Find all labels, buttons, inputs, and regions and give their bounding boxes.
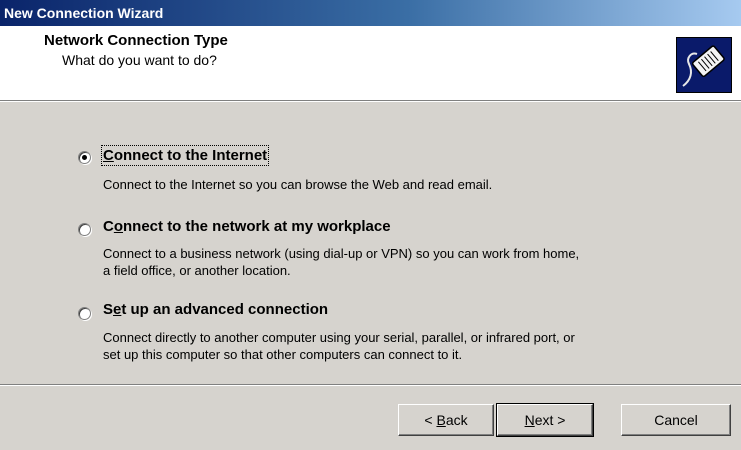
radio-connect-internet[interactable] xyxy=(78,151,91,164)
connection-type-options: Connect to the Internet Connect to the I… xyxy=(0,102,741,384)
back-button[interactable]: < Back xyxy=(398,404,494,436)
option-connect-workplace-description-2: a field office, or another location. xyxy=(103,263,291,278)
back-button-label: < Back xyxy=(424,412,468,428)
cancel-button[interactable]: Cancel xyxy=(621,404,731,436)
option-connect-workplace-label[interactable]: Connect to the network at my workplace xyxy=(103,218,391,235)
option-connect-internet-label[interactable]: Connect to the Internet xyxy=(100,145,270,166)
radio-selected-dot xyxy=(82,155,87,160)
option-advanced-connection-description-2: set up this computer so that other compu… xyxy=(103,347,463,362)
cancel-button-label: Cancel xyxy=(654,412,698,428)
option-connect-internet-description: Connect to the Internet so you can brows… xyxy=(103,177,493,192)
option-advanced-connection-description-1: Connect directly to another computer usi… xyxy=(103,330,575,345)
option-advanced-connection-label[interactable]: Set up an advanced connection xyxy=(103,301,328,318)
option-connect-workplace-description-1: Connect to a business network (using dia… xyxy=(103,246,580,261)
next-button-label: Next > xyxy=(524,412,566,428)
footer-divider-highlight xyxy=(0,385,741,386)
window-title-bar[interactable]: New Connection Wizard xyxy=(0,0,741,26)
window-title: New Connection Wizard xyxy=(4,5,164,21)
network-cable-plug-icon xyxy=(676,37,732,93)
radio-connect-workplace[interactable] xyxy=(78,223,91,236)
next-button[interactable]: Next > xyxy=(496,403,594,437)
radio-advanced-connection[interactable] xyxy=(78,307,91,320)
page-subtitle: What do you want to do? xyxy=(62,52,217,68)
page-title: Network Connection Type xyxy=(44,32,228,49)
